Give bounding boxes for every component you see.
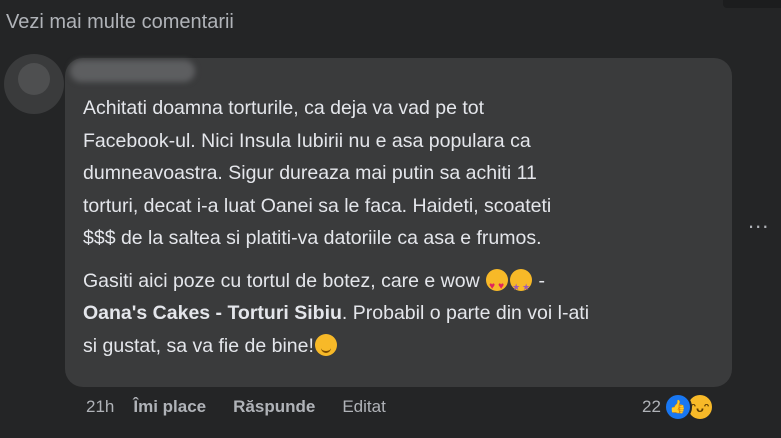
comment-line: Gasiti aici poze cu tortul de botez, car… <box>83 269 480 292</box>
like-button[interactable]: Îmi place <box>133 397 206 417</box>
like-icon: 👍 <box>663 393 692 421</box>
reaction-count[interactable]: 22 <box>642 397 661 417</box>
comment-line: si gustat, sa va fie de bine! <box>83 334 314 357</box>
comment-timestamp[interactable]: 21h <box>86 397 114 417</box>
comment-dash: - <box>533 269 546 292</box>
avatar[interactable] <box>4 54 64 114</box>
view-more-comments-link[interactable]: Vezi mai multe comentarii <box>6 11 234 34</box>
top-bar-fragment <box>723 0 781 8</box>
comment-bubble: Achitati doamna torturile, ca deja va va… <box>65 58 732 387</box>
edited-label[interactable]: Editat <box>342 397 385 417</box>
reply-button[interactable]: Răspunde <box>233 397 315 417</box>
comment-line: . Probabil o parte din voi l-ati <box>341 302 590 324</box>
author-name-blurred[interactable] <box>70 60 195 82</box>
reactions-summary[interactable]: 22 👍 ᵔᴗᵔ <box>642 393 714 421</box>
relieved-face-icon <box>314 333 337 356</box>
comment-paragraph-2: Gasiti aici poze cu tortul de botez, car… <box>83 265 714 363</box>
comment-actions: 21h Îmi place Răspunde Editat <box>86 397 386 417</box>
comment-line: dumneavoastra. Sigur dureaza mai putin s… <box>83 162 537 184</box>
comment-line: Achitati doamna torturile, ca deja va va… <box>83 97 485 119</box>
page-mention-link[interactable]: Oana's Cakes - Torturi Sibiu <box>83 302 342 324</box>
comment-paragraph-1: Achitati doamna torturile, ca deja va va… <box>83 92 714 255</box>
comment-line: $$$ de la saltea si platiti-va datoriile… <box>83 227 542 249</box>
more-options-icon[interactable]: ... <box>748 208 769 234</box>
smiling-face-with-hearts-icon <box>486 268 509 303</box>
comment-line: torturi, decat i-a luat Oanei sa le faca… <box>83 194 552 217</box>
star-struck-icon <box>510 268 533 303</box>
comment-line: Facebook-ul. Nici Insula Iubirii nu e as… <box>83 129 531 152</box>
